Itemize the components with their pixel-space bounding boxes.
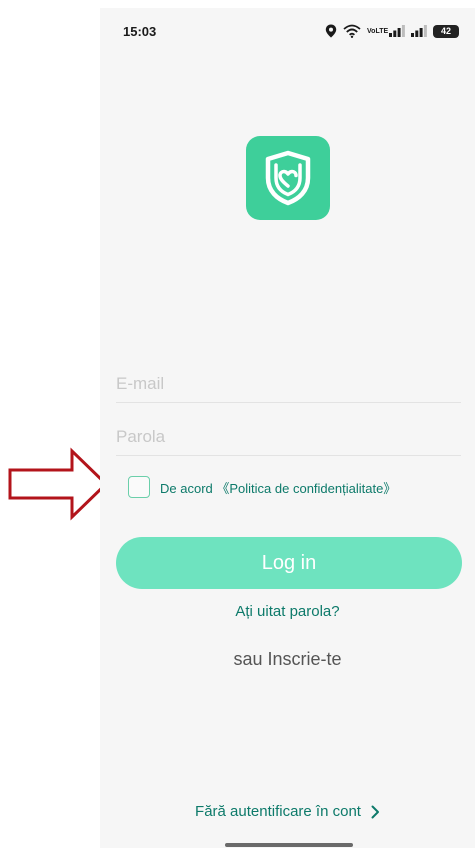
- home-indicator[interactable]: [225, 843, 353, 847]
- wifi-icon: [343, 24, 361, 38]
- privacy-agreement: De acord 《Politica de confidențialitate》: [128, 476, 396, 498]
- signal-icon-2: [411, 25, 427, 37]
- volte-icon: Vo LTE: [367, 27, 389, 35]
- annotation-arrow: [8, 447, 109, 521]
- privacy-policy-link[interactable]: 《Politica de confidențialitate》: [216, 481, 396, 496]
- status-icons: Vo LTE 42: [325, 21, 459, 41]
- shield-heart-icon: [265, 150, 311, 206]
- password-input[interactable]: [116, 423, 461, 451]
- password-field: [116, 415, 461, 456]
- login-button[interactable]: Log in: [116, 537, 462, 589]
- battery-icon: 42: [433, 24, 459, 38]
- agree-checkbox[interactable]: [128, 476, 150, 498]
- phone-screen: 15:03 Vo LTE 42 E-mail De acord 《Politic…: [100, 8, 475, 848]
- email-field: [116, 362, 461, 403]
- status-time: 15:03: [123, 24, 157, 39]
- agree-prefix: De acord: [160, 480, 213, 496]
- signal-icon: [389, 25, 405, 37]
- chevron-right-icon: [371, 805, 379, 818]
- guest-login-link[interactable]: Fără autentificare în cont: [100, 803, 475, 820]
- location-icon: [325, 24, 337, 38]
- agree-text[interactable]: De acord 《Politica de confidențialitate》: [160, 478, 396, 497]
- guest-login-label: Fără autentificare în cont: [195, 803, 361, 820]
- email-input[interactable]: [116, 370, 461, 398]
- signup-link[interactable]: sau Inscrie-te: [100, 649, 475, 670]
- app-logo: [246, 136, 330, 220]
- forgot-password-link[interactable]: Ați uitat parola?: [100, 603, 475, 620]
- screenshot-stage: 15:03 Vo LTE 42 E-mail De acord 《Politic…: [0, 0, 475, 848]
